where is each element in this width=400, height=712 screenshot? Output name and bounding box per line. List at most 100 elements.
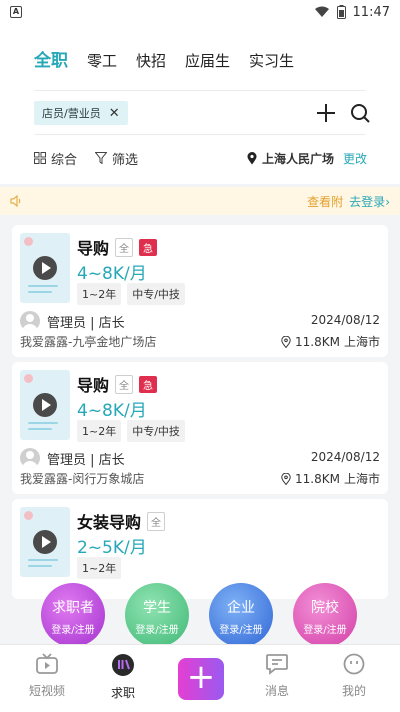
school-login-button[interactable]: 院校 登录/注册 [293,583,357,647]
location-name: 上海人民广场 [261,151,334,166]
smile-face-icon [343,653,365,675]
location-pin-icon [281,472,291,485]
app-notification-icon: A [10,6,22,18]
filter-chip[interactable]: 店员/营业员 ✕ [34,101,128,125]
job-filter-header: 全职 零工 快招 应届生 实习生 店员/营业员 ✕ 综合 筛选 上海人民广场 更… [0,24,400,184]
role-sub-label: 登录/注册 [135,625,179,636]
nav-short-video[interactable]: 短视频 [17,653,77,699]
login-notice-bar: 查看附 去登录› [0,187,400,215]
distance: 11.8KM [295,334,340,349]
full-time-tag: 全 [147,511,166,531]
chat-icon [266,654,288,675]
nav-mine[interactable]: 我的 [324,653,384,699]
avatar [20,448,40,468]
play-icon [33,530,57,554]
job-salary: 4~8K/月 [77,264,147,284]
filter-button-label: 筛选 [112,152,139,168]
role-label: 院校 [311,600,339,616]
role-sub-label: 登录/注册 [219,625,263,636]
play-icon [33,393,57,417]
role-sub-label: 登录/注册 [303,625,347,636]
job-salary: 2~5K/月 [77,538,147,558]
role-label: 学生 [143,600,171,616]
jobseeker-login-button[interactable]: 求职者 登录/注册 [41,583,105,647]
nav-messages[interactable]: 消息 [247,653,307,699]
full-time-tag: 全 [115,374,134,394]
sort-comprehensive-label: 综合 [51,152,78,168]
role-label: 求职者 [52,600,94,616]
tv-icon [36,653,58,674]
change-location-link[interactable]: 更改 [343,150,367,167]
job-type-tabs: 全职 零工 快招 应届生 实习生 [34,46,294,71]
search-icon[interactable] [350,103,370,123]
nav-label: 短视频 [28,684,65,698]
battery-icon [336,5,346,19]
tab-interns[interactable]: 实习生 [249,50,294,71]
nav-jobs[interactable]: 求职 [93,653,153,701]
funnel-icon [95,152,108,164]
play-icon [33,256,57,280]
experience-tag: 1~2年 [77,557,122,579]
job-title: 导购 [77,239,110,258]
job-video-thumbnail[interactable] [20,370,70,440]
experience-tag: 1~2年 [77,283,122,305]
add-icon[interactable] [316,103,336,123]
divider [34,90,366,91]
role-label: 企业 [227,600,255,616]
notice-login-label: 去登录 [349,194,386,209]
location-pin-icon [281,335,291,348]
enterprise-login-button[interactable]: 企业 登录/注册 [209,583,273,647]
job-video-thumbnail[interactable] [20,507,70,577]
wifi-icon [314,6,329,17]
location-pin-icon [247,151,257,164]
divider [34,134,366,135]
notice-message: 查看附 [307,194,344,209]
role-login-buttons: 求职者 登录/注册 学生 登录/注册 企业 登录/注册 院校 登录/注册 [0,583,400,647]
experience-tag: 1~2年 [77,420,122,442]
company-name: 我爱露露-闵行万象城店 [20,472,145,486]
bottom-navigation: 短视频 求职 + 消息 我的 [0,644,400,712]
post-date: 2024/08/12 [310,313,380,327]
urgent-tag: 急 [139,375,158,393]
education-tag: 中专/中技 [127,420,185,442]
distance: 11.8KM [295,471,340,486]
clock: 11:47 [352,4,390,20]
create-post-button[interactable]: + [178,658,224,700]
filter-row: 店员/营业员 ✕ [34,100,370,126]
avatar [20,311,40,331]
tab-full-time[interactable]: 全职 [34,46,68,71]
sort-row: 综合 筛选 上海人民广场 更改 [34,148,367,168]
filter-button[interactable]: 筛选 [95,149,138,168]
student-login-button[interactable]: 学生 登录/注册 [125,583,189,647]
urgent-tag: 急 [139,238,158,256]
job-title: 导购 [77,376,110,395]
sort-comprehensive[interactable]: 综合 [34,149,77,168]
location-selector[interactable]: 上海人民广场 更改 [247,150,367,167]
post-date: 2024/08/12 [310,450,380,464]
nav-label: 求职 [110,686,135,700]
tab-part-time[interactable]: 零工 [87,50,117,71]
city: 上海市 [343,335,380,349]
poster-name: 管理员 | 店长 [47,315,125,331]
status-bar: A 11:47 [0,0,400,24]
job-card[interactable]: 导购 全 急 4~8K/月 1~2年 中专/中技 管理员 | 店长 2024/0… [12,362,388,494]
job-video-thumbnail[interactable] [20,233,70,303]
job-salary: 4~8K/月 [77,401,147,421]
company-name: 我爱露露-九亭金地广场店 [20,335,157,349]
job-card[interactable]: 导购 全 急 4~8K/月 1~2年 中专/中技 管理员 | 店长 2024/0… [12,225,388,357]
notice-login-link[interactable]: 去登录› [349,193,390,210]
poster-name: 管理员 | 店长 [47,452,125,468]
speaker-icon [10,195,21,207]
job-title: 女装导购 [77,513,142,532]
filter-chip-label: 店员/营业员 [42,107,101,120]
city: 上海市 [343,472,380,486]
close-icon[interactable]: ✕ [109,106,120,121]
tab-graduates[interactable]: 应届生 [185,50,230,71]
nav-label: 我的 [341,684,366,698]
role-sub-label: 登录/注册 [51,625,95,636]
tab-quick-hire[interactable]: 快招 [136,50,166,71]
jobs-icon [112,654,134,676]
education-tag: 中专/中技 [127,283,185,305]
nav-label: 消息 [264,684,289,698]
full-time-tag: 全 [115,237,134,257]
